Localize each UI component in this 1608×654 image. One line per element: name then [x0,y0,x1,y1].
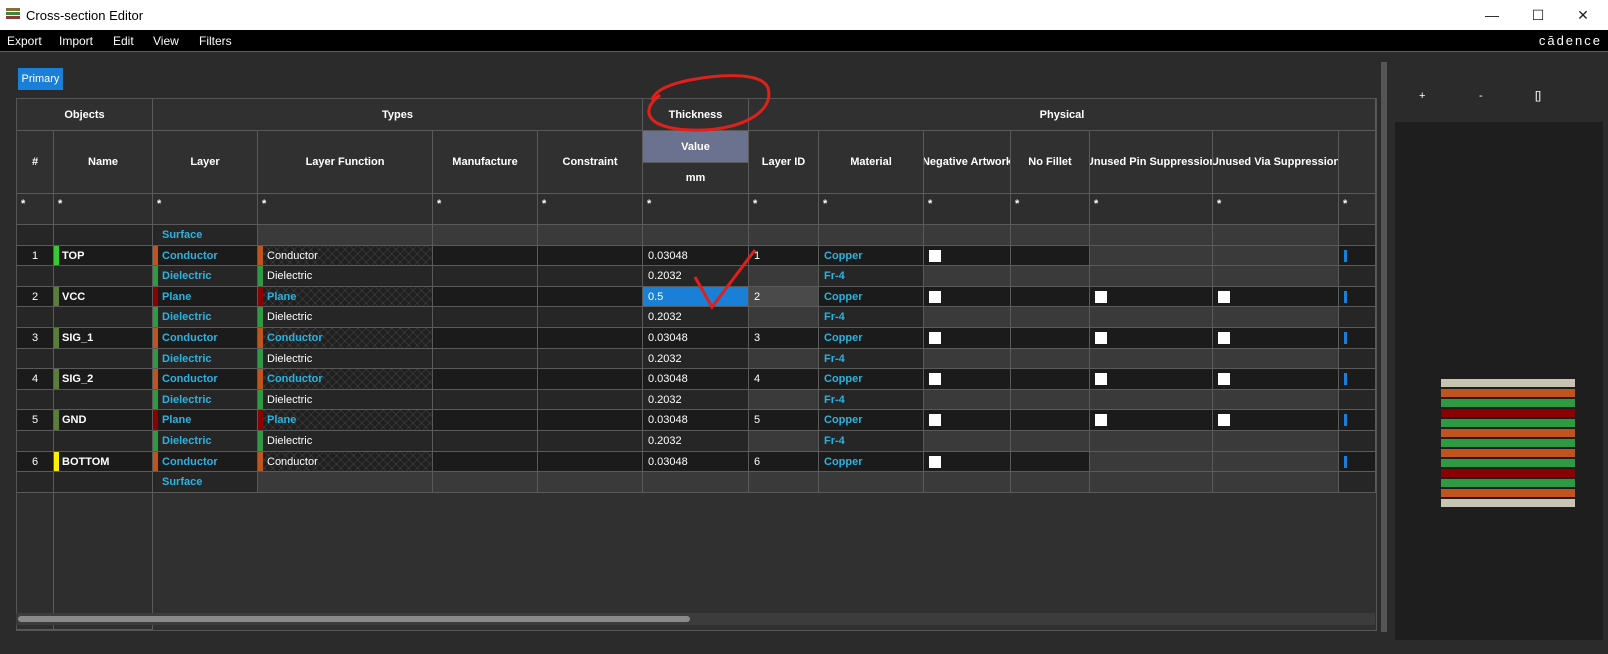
red-circle-annotation [647,74,771,132]
annotation-overlay [647,74,771,310]
red-check-annotation [693,249,757,310]
